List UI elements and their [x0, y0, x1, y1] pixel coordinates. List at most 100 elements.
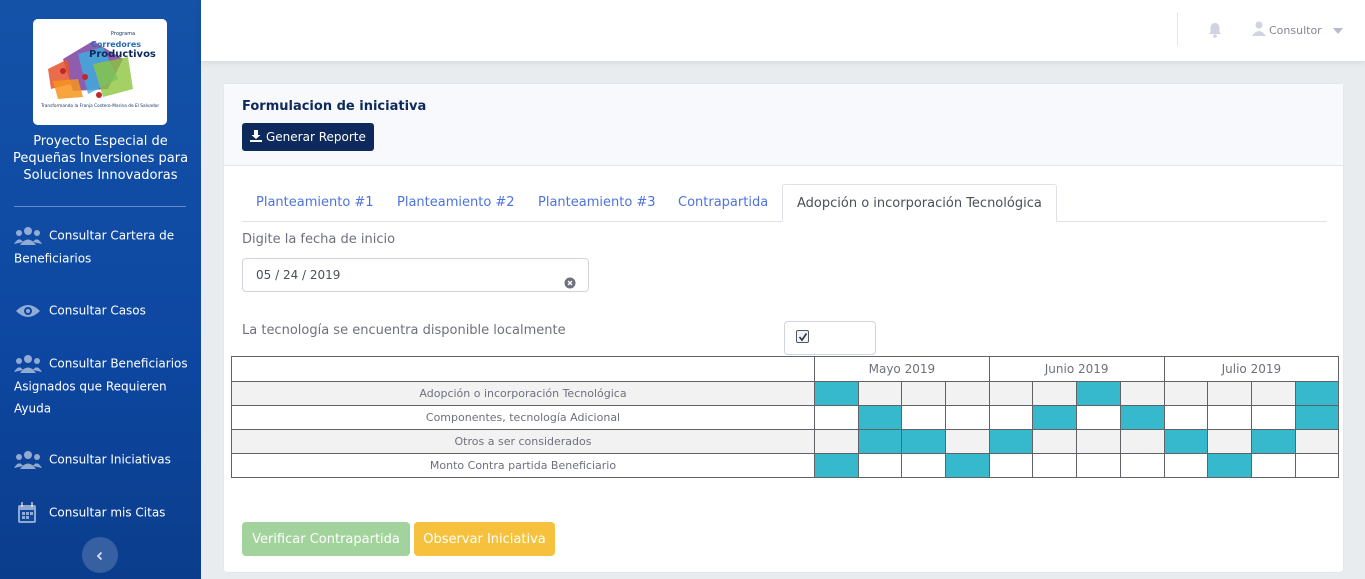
schedule-cell-active[interactable] — [901, 429, 947, 454]
schedule-cell[interactable] — [988, 381, 1034, 406]
schedule-cell[interactable] — [1250, 453, 1296, 478]
schedule-cell[interactable] — [988, 453, 1034, 478]
schedule-cell[interactable] — [945, 381, 990, 406]
verify-contrapartida-button[interactable]: Verificar Contrapartida — [242, 522, 410, 556]
svg-text:Transformando la Franja Coster: Transformando la Franja Costero-Marina d… — [40, 103, 159, 109]
calendar-icon — [14, 501, 44, 524]
card-header: Formulacion de iniciativa Generar Report… — [224, 84, 1343, 166]
schedule-cell-active[interactable] — [1032, 405, 1078, 430]
schedule-cell-active[interactable] — [1163, 429, 1209, 454]
schedule-cell[interactable] — [814, 405, 859, 430]
caret-down-icon — [1332, 24, 1343, 37]
schedule-cell[interactable] — [1250, 405, 1296, 430]
tech-available-checkbox[interactable] — [796, 330, 809, 343]
tab-planteamiento-2[interactable]: Planteamiento #2 — [383, 184, 529, 222]
schedule-cell[interactable] — [857, 453, 903, 478]
tech-available-field — [784, 321, 876, 355]
schedule-cell[interactable] — [1163, 453, 1209, 478]
brand-title: Proyecto Especial de Pequeñas Inversione… — [0, 133, 201, 184]
schedule-cell[interactable] — [1207, 405, 1252, 430]
schedule-cell[interactable] — [1207, 381, 1252, 406]
observe-initiative-button[interactable]: Observar Iniciativa — [414, 522, 555, 556]
schedule-cell[interactable] — [945, 429, 990, 454]
schedule-cell[interactable] — [1119, 381, 1165, 406]
schedule-cell[interactable] — [901, 453, 947, 478]
logo-image: Programa Corredores Productivos Transfor… — [33, 19, 167, 125]
schedule-cell-active[interactable] — [857, 405, 903, 430]
schedule-cell[interactable] — [857, 381, 903, 406]
month-header: Junio 2019 — [988, 356, 1165, 382]
bell-icon[interactable] — [1208, 22, 1222, 42]
schedule-cell[interactable] — [1076, 405, 1121, 430]
start-date-label: Digite la fecha de inicio — [242, 232, 396, 247]
sidebar-item-cartera[interactable]: Consultar Cartera de Beneficiarios — [14, 224, 194, 269]
card-title: Formulacion de iniciativa — [242, 99, 427, 114]
schedule-cell[interactable] — [1032, 381, 1078, 406]
start-date-value: 05 / 24 / 2019 — [256, 268, 341, 282]
sidebar-toggle-button[interactable] — [82, 537, 118, 573]
svg-text:Productivos: Productivos — [89, 49, 156, 60]
sidebar-item-beneficiarios-asignados[interactable]: Consultar Beneficiarios Asignados que Re… — [14, 352, 194, 420]
schedule-cell-active[interactable] — [988, 429, 1034, 454]
schedule-cell[interactable] — [1294, 429, 1340, 454]
schedule-cell[interactable] — [1163, 381, 1209, 406]
schedule-row: Monto Contra partida Beneficiario — [231, 453, 1340, 478]
schedule-cell[interactable] — [1207, 429, 1252, 454]
topbar-divider — [1177, 12, 1178, 46]
schedule-cell[interactable] — [901, 405, 947, 430]
schedule-cell[interactable] — [945, 405, 990, 430]
schedule-cell[interactable] — [1032, 453, 1078, 478]
sidebar-item-label: Consultar Casos — [49, 303, 146, 318]
month-header: Julio 2019 — [1163, 356, 1340, 382]
schedule-cell-active[interactable] — [1076, 381, 1121, 406]
users-icon — [14, 450, 44, 470]
user-name: Consultor — [1269, 23, 1322, 37]
sidebar-item-iniciativas[interactable]: Consultar Iniciativas — [14, 448, 194, 471]
schedule-cell-active[interactable] — [945, 453, 990, 478]
schedule-row-label: Otros a ser considerados — [231, 429, 815, 454]
program-logo[interactable]: Programa Corredores Productivos Transfor… — [33, 19, 167, 125]
tab-bar: Planteamiento #1 Planteamiento #2 Plante… — [242, 184, 1327, 222]
clear-icon[interactable] — [564, 269, 576, 301]
tab-contrapartida[interactable]: Contrapartida — [664, 184, 782, 222]
schedule-cell-active[interactable] — [814, 453, 859, 478]
schedule-cell[interactable] — [1119, 429, 1165, 454]
schedule-cell[interactable] — [1076, 453, 1121, 478]
schedule-cell-active[interactable] — [814, 381, 859, 406]
schedule-cell-active[interactable] — [857, 429, 903, 454]
sidebar-item-casos[interactable]: Consultar Casos — [14, 299, 194, 322]
schedule-cell[interactable] — [1119, 453, 1165, 478]
start-date-input[interactable]: 05 / 24 / 2019 — [242, 258, 589, 292]
schedule-cell[interactable] — [1250, 381, 1296, 406]
chevron-left-icon — [95, 546, 105, 565]
generate-report-button[interactable]: Generar Reporte — [242, 123, 374, 151]
tab-planteamiento-3[interactable]: Planteamiento #3 — [524, 184, 670, 222]
check-icon — [798, 327, 808, 346]
schedule-cell-active[interactable] — [1294, 381, 1340, 406]
schedule-cell[interactable] — [1163, 405, 1209, 430]
svg-text:Programa: Programa — [111, 31, 135, 37]
users-icon — [14, 354, 44, 374]
tab-planteamiento-1[interactable]: Planteamiento #1 — [242, 184, 388, 222]
schedule-cell[interactable] — [1032, 429, 1078, 454]
user-menu[interactable]: Consultor — [1252, 21, 1343, 39]
users-icon — [14, 226, 44, 246]
topbar: Consultor — [201, 0, 1365, 61]
schedule-row-label: Monto Contra partida Beneficiario — [231, 453, 815, 478]
eye-icon — [14, 302, 44, 320]
schedule-cell-active[interactable] — [1250, 429, 1296, 454]
schedule-cell-active[interactable] — [1207, 453, 1252, 478]
schedule-cell[interactable] — [1294, 453, 1340, 478]
schedule-cell[interactable] — [814, 429, 859, 454]
schedule-cell[interactable] — [988, 405, 1034, 430]
schedule-cell-active[interactable] — [1294, 405, 1340, 430]
schedule-cell-active[interactable] — [1119, 405, 1165, 430]
schedule-cell[interactable] — [1076, 429, 1121, 454]
schedule-table: Mayo 2019 Junio 2019 Julio 2019 Adopción o… — [231, 356, 1340, 478]
schedule-cell[interactable] — [901, 381, 947, 406]
tab-adopcion-tecnologica[interactable]: Adopción o incorporación Tecnológica — [782, 184, 1057, 222]
schedule-row: Componentes, tecnología Adicional — [231, 405, 1340, 430]
sidebar-item-citas[interactable]: Consultar mis Citas — [14, 501, 194, 524]
brand-line-1: Proyecto Especial de — [33, 134, 168, 149]
tech-available-label: La tecnología se encuentra disponible lo… — [242, 323, 566, 338]
